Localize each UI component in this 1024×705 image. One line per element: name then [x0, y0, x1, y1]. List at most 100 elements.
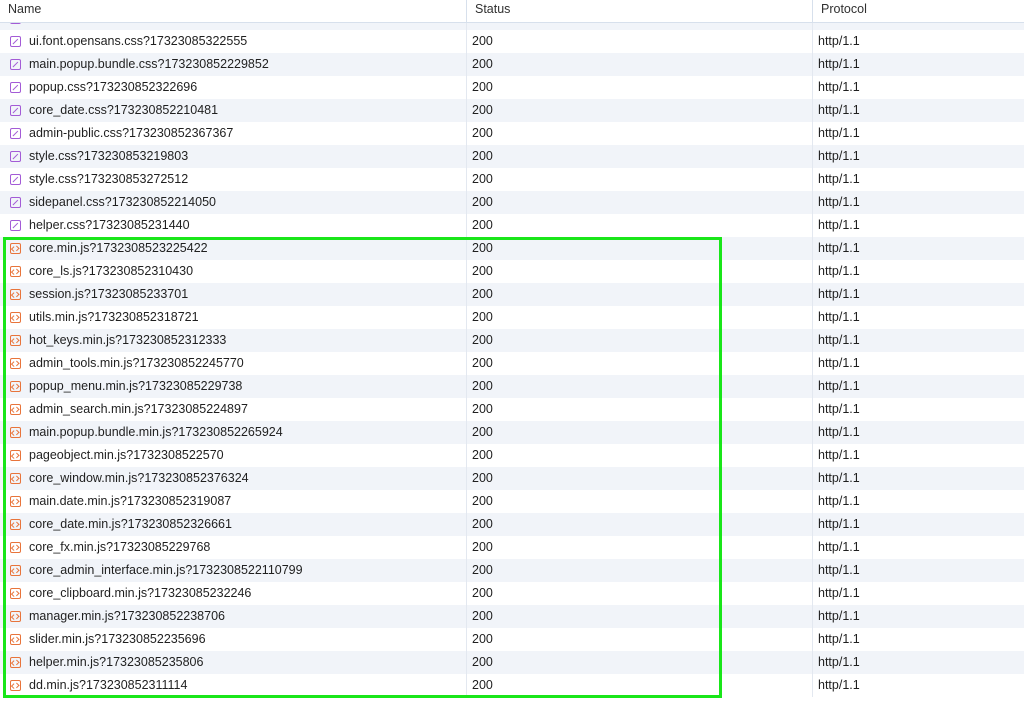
status-cell: 200	[467, 467, 813, 490]
name-cell[interactable]: helper.css?17323085231440	[0, 214, 467, 237]
name-cell[interactable]: session.js?17323085233701	[0, 283, 467, 306]
column-header-name[interactable]: Name	[0, 0, 467, 22]
name-cell[interactable]: core.min.js?1732308523225422	[0, 237, 467, 260]
table-row[interactable]: core_date.min.js?173230852326661 200 http/…	[0, 513, 1024, 536]
request-name: style.css?173230853219803	[29, 149, 189, 163]
name-cell[interactable]: style.css?173230853219803	[0, 145, 467, 168]
name-cell[interactable]: core_window.min.js?173230852376324	[0, 467, 467, 490]
protocol-cell: http/1.1	[818, 287, 860, 301]
table-row[interactable]: utils.min.js?173230852318721 200 http/1.1	[0, 306, 1024, 329]
js-file-icon	[10, 565, 21, 576]
status-cell: 200	[467, 306, 813, 329]
table-row[interactable]: core.min.js?1732308523225422 200 http/1.1	[0, 237, 1024, 260]
request-name: core_date.css?173230852210481	[29, 103, 219, 117]
status-cell: 200	[467, 237, 813, 260]
table-row[interactable]: sidepanel.css?173230852214050 200 http/1.1	[0, 191, 1024, 214]
name-cell[interactable]: core_admin_interface.min.js?173230852211…	[0, 559, 467, 582]
status-cell: 200	[467, 30, 813, 53]
table-row[interactable]: core_fx.min.js?17323085229768 200 http/1.1	[0, 536, 1024, 559]
protocol-cell: http/1.1	[818, 494, 860, 508]
table-row[interactable]: dd.min.js?173230852311114 200 http/1.1	[0, 674, 1024, 697]
name-cell[interactable]: utils.min.js?173230852318721	[0, 306, 467, 329]
column-header-protocol[interactable]: Protocol	[813, 0, 1024, 22]
request-name: style.css?173230853272512	[29, 172, 189, 186]
table-row[interactable]: admin_search.min.js?17323085224897 200 htt…	[0, 398, 1024, 421]
js-file-icon	[10, 358, 21, 369]
protocol-cell: http/1.1	[818, 471, 860, 485]
name-cell[interactable]: admin_tools.min.js?173230852245770	[0, 352, 467, 375]
protocol-cell: http/1.1	[818, 540, 860, 554]
request-name: slider.min.js?173230852235696	[29, 632, 206, 646]
table-row[interactable]: popup.css?173230852322696 200 http/1.1	[0, 76, 1024, 99]
status-cell: 200	[467, 628, 813, 651]
protocol-cell: http/1.1	[818, 632, 860, 646]
table-row[interactable]: main.date.min.js?173230852319087 200 http/…	[0, 490, 1024, 513]
request-name: hot_keys.min.js?173230852312333	[29, 333, 227, 347]
table-row[interactable]: pageobject.min.js?1732308522570 200 http/1…	[0, 444, 1024, 467]
table-row[interactable]: core_clipboard.min.js?17323085232246 200 h…	[0, 582, 1024, 605]
name-cell[interactable]: core_fx.min.js?17323085229768	[0, 536, 467, 559]
table-row[interactable]: main.popup.bundle.css?173230852229852 200…	[0, 53, 1024, 76]
name-cell[interactable]: core_clipboard.min.js?17323085232246	[0, 582, 467, 605]
name-cell[interactable]: helper.min.js?17323085235806	[0, 651, 467, 674]
table-row[interactable]: style.css?173230853272512 200 http/1.1	[0, 168, 1024, 191]
name-cell[interactable]: popup_menu.min.js?17323085229738	[0, 375, 467, 398]
table-row[interactable]: ui.font.opensans.css?17323085322555 200 ht…	[0, 30, 1024, 53]
css-file-icon	[10, 59, 21, 70]
request-name: admin_tools.min.js?173230852245770	[29, 356, 244, 370]
js-file-icon	[10, 634, 21, 645]
status-cell: 200	[467, 674, 813, 697]
table-row[interactable]: session.js?17323085233701 200 http/1.1	[0, 283, 1024, 306]
protocol-cell: http/1.1	[818, 241, 860, 255]
name-cell[interactable]: popup.css?173230852322696	[0, 76, 467, 99]
table-row[interactable]: style.css?173230853219803 200 http/1.1	[0, 145, 1024, 168]
protocol-cell: http/1.1	[818, 126, 860, 140]
name-cell[interactable]: style.css?173230853272512	[0, 168, 467, 191]
name-cell[interactable]: main.popup.bundle.css?173230852229852	[0, 53, 467, 76]
table-row[interactable]: core_date.css?173230852210481 200 http/1.1	[0, 99, 1024, 122]
protocol-cell: http/1.1	[818, 195, 860, 209]
table-row[interactable]: core_admin_interface.min.js?173230852211…	[0, 559, 1024, 582]
request-name: core_ls.js?173230852310430	[29, 264, 194, 278]
table-row[interactable]: slider.min.js?173230852235696 200 http/1.1	[0, 628, 1024, 651]
name-cell[interactable]: admin_search.min.js?17323085224897	[0, 398, 467, 421]
css-file-icon	[10, 220, 21, 231]
name-cell[interactable]: hot_keys.min.js?173230852312333	[0, 329, 467, 352]
name-cell[interactable]: main.popup.bundle.min.js?173230852265924	[0, 421, 467, 444]
protocol-cell: http/1.1	[818, 655, 860, 669]
column-header-status[interactable]: Status	[467, 0, 813, 22]
table-row[interactable]: hot_keys.min.js?173230852312333 200 http/1…	[0, 329, 1024, 352]
name-cell[interactable]: sidepanel.css?173230852214050	[0, 191, 467, 214]
request-name: helper.min.js?17323085235806	[29, 655, 204, 669]
name-cell[interactable]: core_ls.js?173230852310430	[0, 260, 467, 283]
status-cell: 200	[467, 214, 813, 237]
name-cell[interactable]: dd.min.js?173230852311114	[0, 674, 467, 697]
name-cell[interactable]: manager.min.js?173230852238706	[0, 605, 467, 628]
table-row[interactable]: manager.min.js?173230852238706 200 http/1.…	[0, 605, 1024, 628]
status-cell: 200	[467, 398, 813, 421]
status-cell: 200	[467, 283, 813, 306]
status-cell: 200	[467, 490, 813, 513]
name-cell[interactable]: main.date.min.js?173230852319087	[0, 490, 467, 513]
name-cell[interactable]: slider.min.js?173230852235696	[0, 628, 467, 651]
table-row[interactable]: helper.min.js?17323085235806 200 http/1.1	[0, 651, 1024, 674]
table-row[interactable]: main.popup.bundle.min.js?173230852265924…	[0, 421, 1024, 444]
table-row[interactable]: core_window.min.js?173230852376324 200 htt…	[0, 467, 1024, 490]
table-row[interactable]: core_ls.js?173230852310430 200 http/1.1	[0, 260, 1024, 283]
name-cell[interactable]: core_date.min.js?173230852326661	[0, 513, 467, 536]
protocol-cell: http/1.1	[818, 57, 860, 71]
name-cell[interactable]: pageobject.min.js?1732308522570	[0, 444, 467, 467]
name-cell[interactable]: core_date.css?173230852210481	[0, 99, 467, 122]
table-row[interactable]: helper.css?17323085231440 200 http/1.1	[0, 214, 1024, 237]
table-row[interactable]: popup_menu.min.js?17323085229738 200 http/…	[0, 375, 1024, 398]
request-name: core_date.min.js?173230852326661	[29, 517, 232, 531]
protocol-cell: http/1.1	[818, 218, 860, 232]
status-cell: 200	[467, 145, 813, 168]
name-cell[interactable]: admin-public.css?173230852367367	[0, 122, 467, 145]
protocol-cell: http/1.1	[818, 149, 860, 163]
table-row[interactable]: admin_tools.min.js?173230852245770 200 htt…	[0, 352, 1024, 375]
protocol-cell: http/1.1	[818, 264, 860, 278]
table-row[interactable]: admin-public.css?173230852367367 200 http/…	[0, 122, 1024, 145]
name-cell[interactable]: ui.font.opensans.css?17323085322555	[0, 30, 467, 53]
request-name: admin-public.css?173230852367367	[29, 126, 234, 140]
